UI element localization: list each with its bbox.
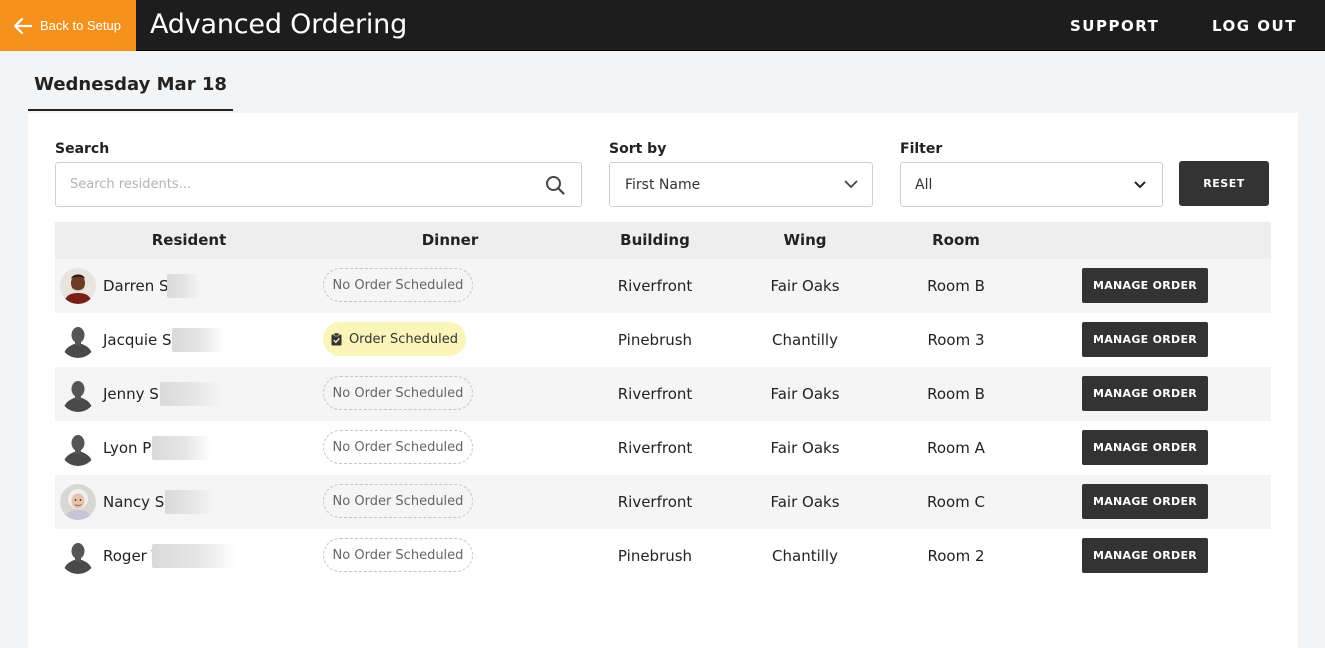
sort-label: Sort by bbox=[609, 141, 667, 157]
order-status-label: No Order Scheduled bbox=[332, 493, 464, 509]
order-status-badge: No Order Scheduled bbox=[323, 484, 473, 518]
redacted-surname bbox=[167, 274, 201, 298]
table-row: Roger T No Order Scheduled Pinebrush Chanti… bbox=[55, 529, 1271, 583]
search-input[interactable] bbox=[70, 177, 545, 192]
wing-cell: Chantilly bbox=[772, 331, 838, 349]
column-header-building: Building bbox=[620, 231, 690, 249]
table-row: Jenny S No Order Scheduled Riverfront Fair … bbox=[55, 367, 1271, 421]
wing-cell: Chantilly bbox=[772, 547, 838, 565]
order-status-label: No Order Scheduled bbox=[332, 439, 464, 455]
room-cell: Room B bbox=[927, 385, 985, 403]
manage-order-button[interactable]: MANAGE ORDER bbox=[1082, 484, 1208, 519]
manage-order-button[interactable]: MANAGE ORDER bbox=[1082, 376, 1208, 411]
manage-order-button[interactable]: MANAGE ORDER bbox=[1082, 322, 1208, 357]
back-to-setup-button[interactable]: Back to Setup bbox=[0, 0, 136, 51]
resident-name: Nancy Sr bbox=[103, 493, 171, 511]
redacted-surname bbox=[172, 328, 225, 352]
redacted-surname bbox=[165, 490, 214, 514]
manage-order-button[interactable]: MANAGE ORDER bbox=[1082, 268, 1208, 303]
column-header-room: Room bbox=[932, 231, 980, 249]
resident-name: Lyon P bbox=[103, 439, 152, 457]
redacted-surname bbox=[160, 382, 222, 406]
support-link[interactable]: SUPPORT bbox=[1070, 17, 1159, 35]
table-header: Resident Dinner Building Wing Room bbox=[55, 222, 1271, 259]
search-box bbox=[55, 162, 582, 207]
logout-link[interactable]: LOG OUT bbox=[1212, 17, 1297, 35]
room-cell: Room C bbox=[927, 493, 985, 511]
resident-name: Jacquie S bbox=[103, 331, 172, 349]
back-to-setup-label: Back to Setup bbox=[40, 18, 121, 33]
search-icon[interactable] bbox=[545, 175, 565, 195]
avatar bbox=[60, 430, 96, 466]
table-row: Lyon P No Order Scheduled Riverfront Fair O… bbox=[55, 421, 1271, 475]
wing-cell: Fair Oaks bbox=[770, 277, 840, 295]
top-bar: Back to Setup Advanced Ordering SUPPORT … bbox=[0, 0, 1325, 51]
avatar bbox=[60, 538, 96, 574]
avatar bbox=[60, 376, 96, 412]
column-header-dinner: Dinner bbox=[421, 231, 479, 249]
order-status-label: No Order Scheduled bbox=[332, 547, 464, 563]
order-status-badge: Order Scheduled bbox=[323, 322, 466, 356]
filter-value: All bbox=[915, 176, 933, 193]
manage-order-button[interactable]: MANAGE ORDER bbox=[1082, 430, 1208, 465]
clipboard-check-icon bbox=[331, 332, 342, 345]
order-status-badge: No Order Scheduled bbox=[323, 268, 473, 302]
order-status-badge: No Order Scheduled bbox=[323, 376, 473, 410]
date-tab[interactable]: Wednesday Mar 18 bbox=[28, 60, 233, 111]
sort-value: First Name bbox=[625, 176, 701, 193]
redacted-surname bbox=[152, 544, 237, 568]
chevron-down-icon bbox=[844, 180, 858, 189]
table-row: Jacquie S Order Scheduled Pinebrush Chantil… bbox=[55, 313, 1271, 367]
search-label: Search bbox=[55, 141, 110, 157]
arrow-left-icon bbox=[14, 17, 32, 34]
filter-select[interactable]: All bbox=[900, 162, 1163, 207]
avatar bbox=[60, 322, 96, 358]
room-cell: Room 2 bbox=[927, 547, 985, 565]
avatar bbox=[60, 484, 96, 520]
order-status-label: No Order Scheduled bbox=[332, 277, 464, 293]
table-row: Nancy Sr No Order Scheduled Riverfront Fair… bbox=[55, 475, 1271, 529]
column-header-resident: Resident bbox=[151, 231, 227, 249]
manage-order-button[interactable]: MANAGE ORDER bbox=[1082, 538, 1208, 573]
wing-cell: Fair Oaks bbox=[770, 439, 840, 457]
building-cell: Riverfront bbox=[617, 277, 693, 295]
room-cell: Room A bbox=[927, 439, 985, 457]
building-cell: Riverfront bbox=[617, 493, 693, 511]
resident-name: Jenny S bbox=[103, 385, 159, 403]
column-header-wing: Wing bbox=[783, 231, 827, 249]
wing-cell: Fair Oaks bbox=[770, 493, 840, 511]
filter-label: Filter bbox=[900, 141, 943, 157]
chevron-down-icon bbox=[1134, 180, 1146, 188]
reset-button[interactable]: RESET bbox=[1179, 161, 1269, 206]
order-status-badge: No Order Scheduled bbox=[323, 538, 473, 572]
page-title: Advanced Ordering bbox=[150, 9, 408, 40]
sort-select[interactable]: First Name bbox=[609, 162, 873, 207]
order-status-label: Order Scheduled bbox=[348, 331, 459, 347]
wing-cell: Fair Oaks bbox=[770, 385, 840, 403]
avatar bbox=[60, 268, 96, 304]
building-cell: Riverfront bbox=[617, 385, 693, 403]
building-cell: Riverfront bbox=[617, 439, 693, 457]
building-cell: Pinebrush bbox=[617, 547, 693, 565]
order-status-label: No Order Scheduled bbox=[332, 385, 464, 401]
order-status-badge: No Order Scheduled bbox=[323, 430, 473, 464]
resident-name: Darren S bbox=[103, 277, 169, 295]
table-row: Darren S No Order Scheduled Riverfront Fair… bbox=[55, 259, 1271, 313]
building-cell: Pinebrush bbox=[617, 331, 693, 349]
room-cell: Room 3 bbox=[927, 331, 985, 349]
room-cell: Room B bbox=[927, 277, 985, 295]
redacted-surname bbox=[152, 436, 212, 460]
